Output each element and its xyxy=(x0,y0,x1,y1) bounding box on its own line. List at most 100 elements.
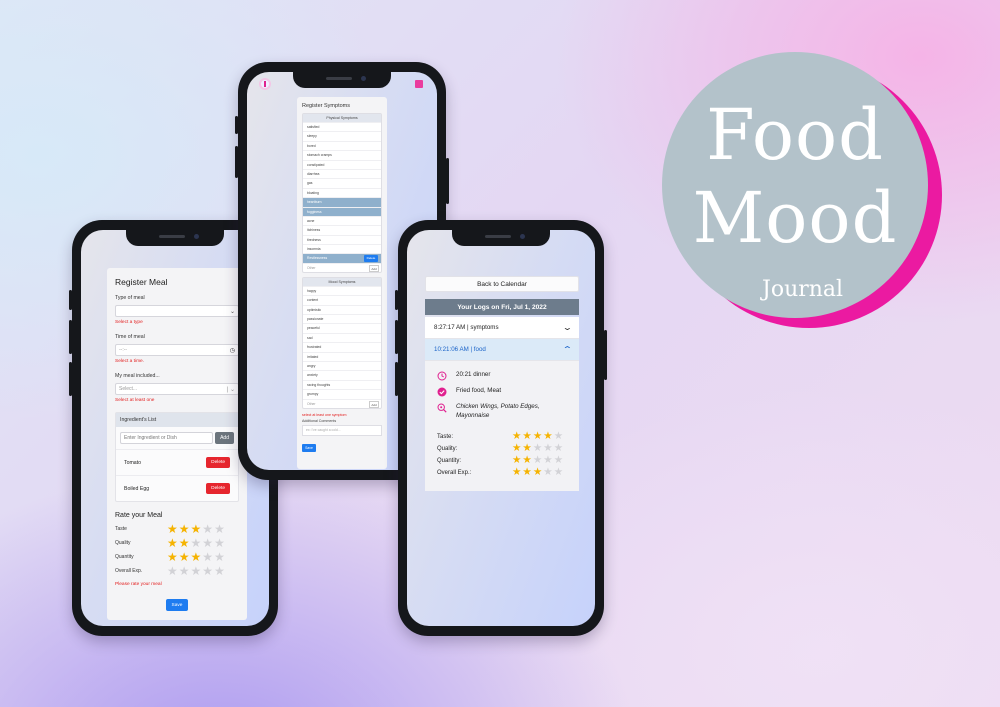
star-icon[interactable]: ★ xyxy=(167,565,178,577)
star-icon[interactable]: ★ xyxy=(522,443,531,454)
symptom-option[interactable]: constipated xyxy=(303,159,381,169)
star-icon[interactable]: ★ xyxy=(543,467,552,478)
add-ingredient-button[interactable]: Add xyxy=(215,432,234,444)
other-mood-input[interactable]: Other Add xyxy=(303,398,381,408)
symptom-option[interactable]: acne xyxy=(303,215,381,225)
star-icon[interactable]: ★ xyxy=(191,565,202,577)
star-icon[interactable]: ★ xyxy=(543,431,552,442)
star-icon[interactable]: ★ xyxy=(191,523,202,535)
calendar-icon[interactable] xyxy=(415,80,423,88)
symptom-option[interactable]: itchiness xyxy=(303,225,381,234)
star-rating[interactable]: ★ ★ ★ ★ ★ xyxy=(167,565,225,577)
symptom-option[interactable]: insomnia xyxy=(303,244,381,253)
star-icon[interactable]: ★ xyxy=(543,443,552,454)
symptom-option[interactable]: fogginess xyxy=(303,206,381,216)
star-icon[interactable]: ★ xyxy=(167,537,178,549)
rating-label: Overall Exp. xyxy=(115,568,143,574)
meal-type-select[interactable]: ⌄ xyxy=(115,305,239,317)
mood-option[interactable]: frustrated xyxy=(303,342,381,351)
mood-option[interactable]: racing thoughts xyxy=(303,379,381,389)
save-symptoms-button[interactable]: Save xyxy=(302,443,316,452)
star-icon[interactable]: ★ xyxy=(543,455,552,466)
star-icon[interactable]: ★ xyxy=(179,551,190,563)
delete-symptom-button[interactable]: Delete xyxy=(364,255,378,263)
star-icon[interactable]: ★ xyxy=(202,537,213,549)
save-meal-button[interactable]: Save xyxy=(166,599,188,611)
star-icon[interactable]: ★ xyxy=(191,537,202,549)
mood-option[interactable]: angry xyxy=(303,360,381,370)
symptom-option[interactable]: bloating xyxy=(303,187,381,197)
mood-label: angry xyxy=(307,363,316,368)
star-icon[interactable]: ★ xyxy=(202,551,213,563)
chevron-up-icon: ⌃ xyxy=(562,345,574,354)
mood-option[interactable]: content xyxy=(303,295,381,304)
star-rating[interactable]: ★ ★ ★ ★ ★ xyxy=(167,551,225,563)
symptom-option[interactable]: diarrhea xyxy=(303,168,381,178)
star-icon[interactable]: ★ xyxy=(214,537,225,549)
star-icon[interactable]: ★ xyxy=(167,523,178,535)
mood-option[interactable]: irritated xyxy=(303,351,381,361)
ingredient-item: Tomato Delete xyxy=(116,449,238,475)
star-icon[interactable]: ★ xyxy=(554,431,563,442)
star-rating[interactable]: ★ ★ ★ ★ ★ xyxy=(167,537,225,549)
star-icon[interactable]: ★ xyxy=(214,523,225,535)
star-icon[interactable]: ★ xyxy=(214,551,225,563)
symptom-option[interactable]: bored xyxy=(303,140,381,150)
symptom-option[interactable]: stomach cramps xyxy=(303,150,381,159)
comments-textarea[interactable]: ex: I've caught a cold... xyxy=(302,424,382,436)
star-rating[interactable]: ★ ★ ★ ★ ★ xyxy=(167,523,225,535)
star-icon[interactable]: ★ xyxy=(554,455,563,466)
star-icon[interactable]: ★ xyxy=(533,431,542,442)
star-icon[interactable]: ★ xyxy=(512,431,521,442)
symptom-option[interactable]: heartburn xyxy=(303,197,381,207)
mood-label: frustrated xyxy=(307,345,322,350)
symptom-option[interactable]: satisfied xyxy=(303,122,381,131)
star-icon[interactable]: ★ xyxy=(554,467,563,478)
symptom-label: heartburn xyxy=(307,200,322,205)
ingredient-input[interactable]: Enter Ingredient or Dish xyxy=(120,432,214,444)
mood-option[interactable]: peaceful xyxy=(303,323,381,332)
star-icon[interactable]: ★ xyxy=(533,455,542,466)
star-icon[interactable]: ★ xyxy=(167,551,178,563)
star-icon[interactable]: ★ xyxy=(522,431,531,442)
mood-option[interactable]: grumpy xyxy=(303,389,381,398)
star-icon[interactable]: ★ xyxy=(179,523,190,535)
star-icon[interactable]: ★ xyxy=(512,455,521,466)
mood-option[interactable]: passionate xyxy=(303,314,381,323)
symptom-option[interactable]: tiredness xyxy=(303,234,381,244)
app-logo-icon[interactable] xyxy=(259,78,271,90)
add-mood-button[interactable]: Add xyxy=(369,400,379,408)
star-icon[interactable]: ★ xyxy=(191,551,202,563)
star-icon[interactable]: ★ xyxy=(202,523,213,535)
mood-option[interactable]: happy xyxy=(303,285,381,295)
star-icon[interactable]: ★ xyxy=(522,467,531,478)
star-icon[interactable]: ★ xyxy=(179,537,190,549)
symptom-option[interactable]: sleepy xyxy=(303,131,381,140)
mood-option[interactable]: sad xyxy=(303,332,381,342)
ingredient-item: Boiled Egg Delete xyxy=(116,475,238,501)
other-symptom-input[interactable]: Other Add xyxy=(303,262,381,272)
star-icon[interactable]: ★ xyxy=(533,467,542,478)
star-icon[interactable]: ★ xyxy=(512,443,521,454)
back-to-calendar-button[interactable]: Back to Calendar xyxy=(425,276,579,292)
add-symptom-button[interactable]: Add xyxy=(369,264,379,272)
star-icon[interactable]: ★ xyxy=(512,467,521,478)
delete-ingredient-button[interactable]: Delete xyxy=(206,457,230,468)
mood-label: irritated xyxy=(307,354,319,359)
meal-time-input[interactable]: --:-- ◷ xyxy=(115,344,239,356)
star-icon[interactable]: ★ xyxy=(202,565,213,577)
delete-ingredient-button[interactable]: Delete xyxy=(206,483,230,494)
symptom-option[interactable]: Restlessness Delete xyxy=(303,253,381,263)
star-icon[interactable]: ★ xyxy=(522,455,531,466)
star-icon[interactable]: ★ xyxy=(214,565,225,577)
symptom-option[interactable]: gas xyxy=(303,178,381,187)
log-entry-food[interactable]: 10:21:06 AM | food ⌃ xyxy=(425,339,579,361)
log-entry-symptoms[interactable]: 8:27:17 AM | symptoms ⌄ xyxy=(425,317,579,339)
star-icon[interactable]: ★ xyxy=(179,565,190,577)
mood-option[interactable]: optimistic xyxy=(303,304,381,314)
meal-included-select[interactable]: Select... | ⌄ xyxy=(115,383,239,395)
chevron-down-icon: | ⌄ xyxy=(226,386,235,393)
star-icon[interactable]: ★ xyxy=(554,443,563,454)
mood-option[interactable]: anxiety xyxy=(303,370,381,379)
star-icon[interactable]: ★ xyxy=(533,443,542,454)
